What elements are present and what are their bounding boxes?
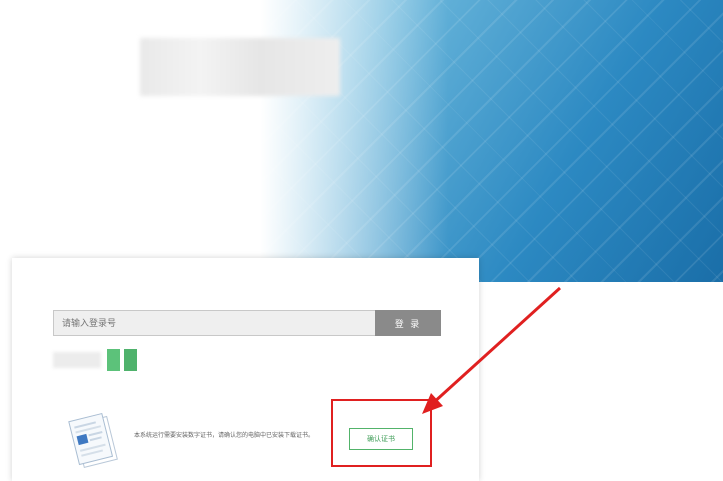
certificate-document-icon <box>68 412 118 469</box>
blurred-logo <box>140 38 340 96</box>
login-number-input[interactable] <box>53 310 375 336</box>
captcha-image[interactable] <box>53 349 149 371</box>
captcha-block <box>107 349 120 371</box>
captcha-block <box>124 349 137 371</box>
hero-banner <box>0 0 723 282</box>
annotation-highlight-box <box>331 399 432 467</box>
captcha-blurred-part <box>53 352 101 368</box>
login-row: 登 录 <box>53 310 441 336</box>
login-button[interactable]: 登 录 <box>375 310 441 336</box>
certificate-notice: 本系统运行需要安装数字证书，请确认您的电脑中已安装下载证书。 <box>134 433 315 439</box>
